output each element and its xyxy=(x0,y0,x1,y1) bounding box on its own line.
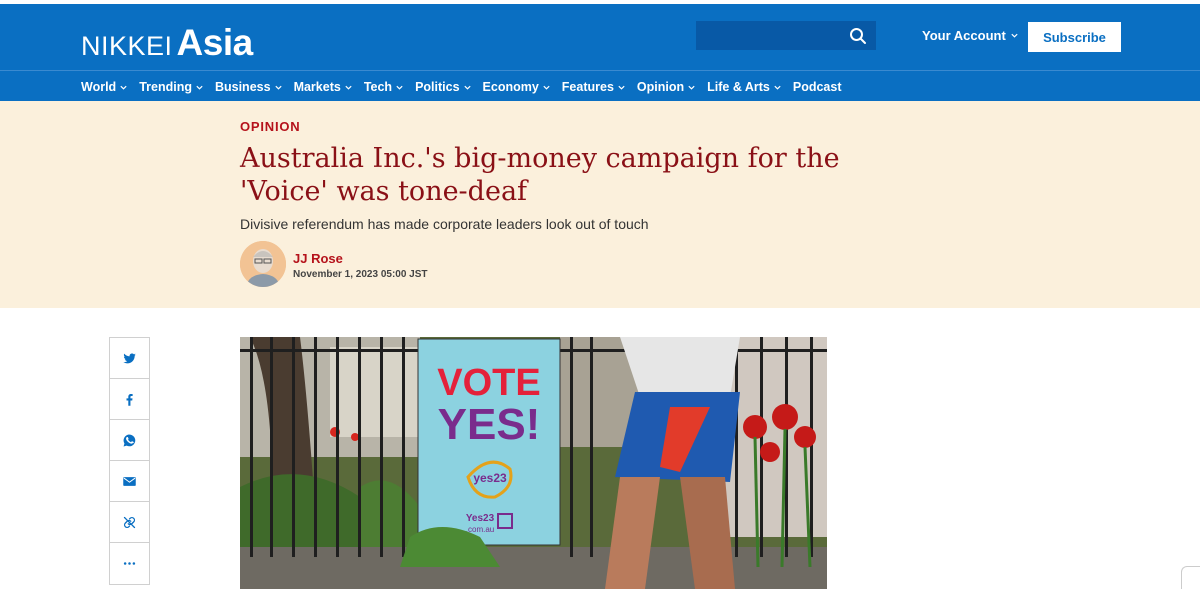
nav-item-world[interactable]: World xyxy=(81,80,128,94)
nikkei-asia-logo[interactable]: NIKKEI Asia xyxy=(81,22,253,64)
chevron-down-icon xyxy=(463,85,471,90)
share-facebook-button[interactable] xyxy=(110,379,149,420)
article-photo: VOTE YES! yes23 Yes23 .com.au xyxy=(240,337,827,589)
nav-item-markets[interactable]: Markets xyxy=(294,80,353,94)
nav-item-label: Features xyxy=(561,80,614,94)
whatsapp-icon xyxy=(123,434,136,446)
chevron-down-icon xyxy=(543,85,550,90)
nav-item-life-arts[interactable]: Life & Arts xyxy=(707,80,782,94)
article-headline: Australia Inc.'s big-money campaign for … xyxy=(240,143,840,207)
nav-item-label: Tech xyxy=(363,80,393,94)
chevron-down-icon xyxy=(196,85,203,90)
nav-item-label: Politics xyxy=(415,80,460,94)
share-more-button[interactable] xyxy=(110,543,149,584)
sign-vote-text: VOTE xyxy=(437,362,540,404)
nav-item-label: World xyxy=(81,80,117,94)
nav-item-tech[interactable]: Tech xyxy=(364,80,404,94)
account-label: Your Account xyxy=(922,28,1006,43)
chevron-down-icon xyxy=(120,85,127,90)
article-section-kicker[interactable]: OPINION xyxy=(240,119,301,134)
nav-item-podcast[interactable]: Podcast xyxy=(793,80,842,94)
nav-item-trending[interactable]: Trending xyxy=(139,80,204,94)
chevron-down-icon xyxy=(345,85,352,90)
facebook-icon xyxy=(126,393,133,406)
corner-widget[interactable] xyxy=(1181,566,1200,589)
author-photo xyxy=(240,241,286,287)
email-icon xyxy=(123,476,136,486)
search-icon[interactable] xyxy=(849,27,867,45)
site-header: NIKKEI Asia Your Account Subscribe World… xyxy=(0,0,1200,101)
share-bar xyxy=(109,337,150,585)
subscribe-button[interactable]: Subscribe xyxy=(1028,22,1121,52)
nav-item-opinion[interactable]: Opinion xyxy=(637,80,696,94)
share-email-button[interactable] xyxy=(110,461,149,502)
publish-date: November 1, 2023 05:00 JST xyxy=(293,269,428,280)
nav-item-economy[interactable]: Economy xyxy=(483,80,551,94)
nav-item-label: Trending xyxy=(139,80,192,94)
author-avatar[interactable] xyxy=(240,241,286,287)
nav-item-politics[interactable]: Politics xyxy=(415,80,471,94)
nav-item-label: Life & Arts xyxy=(707,80,770,94)
vote-yes-sign-photo: VOTE YES! yes23 Yes23 .com.au xyxy=(240,337,827,589)
nav-item-label: Podcast xyxy=(792,80,842,94)
nav-item-label: Business xyxy=(214,80,271,94)
nav-item-label: Economy xyxy=(482,80,539,94)
sign-url-line1: Yes23 xyxy=(466,513,495,524)
author-name[interactable]: JJ Rose xyxy=(293,251,343,266)
nav-divider xyxy=(0,70,1200,71)
article-subhead: Divisive referendum has made corporate l… xyxy=(240,216,649,232)
sign-yes-text: YES! xyxy=(438,400,541,449)
sign-logo-text: yes23 xyxy=(473,471,507,485)
share-whatsapp-button[interactable] xyxy=(110,420,149,461)
logo-nikkei: NIKKEI xyxy=(81,31,173,61)
link-icon xyxy=(123,516,136,528)
nav-item-business[interactable]: Business xyxy=(215,80,283,94)
share-twitter-button[interactable] xyxy=(110,338,149,379)
more-icon xyxy=(123,562,136,565)
chevron-down-icon xyxy=(618,85,625,90)
your-account-menu[interactable]: Your Account xyxy=(922,28,1019,43)
nav-item-features[interactable]: Features xyxy=(562,80,626,94)
share-link-button[interactable] xyxy=(110,502,149,543)
chevron-down-icon xyxy=(774,85,781,90)
chevron-down-icon xyxy=(688,85,695,90)
search-input[interactable] xyxy=(696,21,846,50)
logo-asia: Asia xyxy=(176,22,254,63)
nav-item-label: Markets xyxy=(293,80,341,94)
nav-item-label: Opinion xyxy=(636,80,685,94)
chevron-down-icon xyxy=(274,85,282,90)
search-box xyxy=(696,21,876,50)
chevron-down-icon xyxy=(396,85,403,90)
twitter-icon xyxy=(123,352,136,363)
main-nav: World Trending Business Markets Tech Politics… xyxy=(81,80,853,94)
chevron-down-icon xyxy=(1011,33,1018,38)
